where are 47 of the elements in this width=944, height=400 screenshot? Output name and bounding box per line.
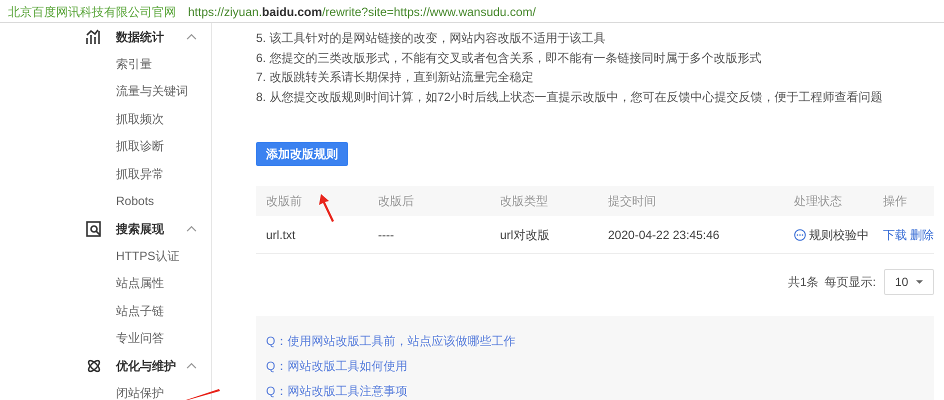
site-name: 北京百度网讯科技有限公司官网 [8,4,176,19]
column-header: 提交时间 [608,194,656,208]
faq-link[interactable]: Q：网站改版工具注意事项 [266,382,408,400]
atom-icon [86,358,102,374]
sidebar-item[interactable]: 专业问答 [116,329,164,348]
note-text: 6. 您提交的三类改版形式，不能有交叉或者包含关系，即不能有一条链接同时属于多个改版形式 [256,50,762,66]
sidebar-item[interactable]: HTTPS认证 [116,246,180,265]
total-count: 共1条 [788,274,819,291]
note-text: 8. 从您提交改版规则时间计算，如72小时后线上状态一直提示改版中，您可在反馈中心提交反馈，便于工程师查看问题 [256,88,884,106]
ellipsis-circle-icon [794,228,806,240]
faq-link[interactable]: Q：使用网站改版工具前，站点应该做哪些工作 [266,332,516,350]
sidebar-item[interactable]: 抓取诊断 [116,137,164,156]
column-header: 改版后 [378,194,414,208]
sidebar-item[interactable]: 闭站保护 [116,384,164,400]
note-text: 5. 该工具针对的是网站链接的改变，网站内容改版不适用于该工具 [256,30,606,47]
action-link[interactable]: 删除 [910,226,934,244]
table-cell: ---- [378,228,394,242]
column-header: 处理状态 [794,194,842,208]
faq-link[interactable]: Q：网站改版工具如何使用 [266,356,408,374]
table-cell: 2020-04-22 23:45:46 [608,228,720,242]
note-text: 7. 改版跳转关系请长期保持，直到新站流量完全稳定 [256,69,534,86]
chart-icon [86,28,102,44]
sidebar-item[interactable]: 抓取频次 [116,110,164,128]
status-text: 规则校验中 [809,226,869,244]
sidebar-item[interactable]: 站点子链 [116,302,164,320]
sidebar-item[interactable]: 流量与关键词 [116,82,188,100]
search-icon [86,220,102,236]
annotation-arrow [186,389,220,400]
column-header: 改版类型 [500,194,548,208]
per-page-label: 每页显示: [824,274,876,291]
caret-down-icon [916,280,923,284]
action-link[interactable]: 下载 [883,226,907,244]
url-text: https://ziyuan.baidu.com/rewrite?site=https://www.wansudu.com/ [188,4,536,19]
address-bar[interactable]: 北京百度网讯科技有限公司官网 https://ziyuan.baidu.com/rewrite?site=https://www.wansudu.com/ [0,0,944,23]
sidebar-item[interactable]: Robots [116,192,154,210]
table-cell: url.txt [266,228,296,242]
sidebar-item[interactable]: 站点属性 [116,274,164,292]
column-header: 改版前 [266,194,302,208]
per-page-select[interactable]: 10 [884,269,934,295]
table-cell: url对改版 [500,228,550,242]
add-rule-button[interactable]: 添加改版规则 [256,142,348,166]
sidebar-item[interactable]: 索引量 [116,54,152,73]
sidebar-group-header[interactable]: 搜索展现 [0,215,211,242]
sidebar-group-header[interactable]: 优化与维护 [0,352,211,379]
sidebar-group-header[interactable]: 数据统计 [0,23,211,50]
sidebar-item[interactable]: 抓取异常 [116,164,164,183]
column-header: 操作 [883,194,907,208]
